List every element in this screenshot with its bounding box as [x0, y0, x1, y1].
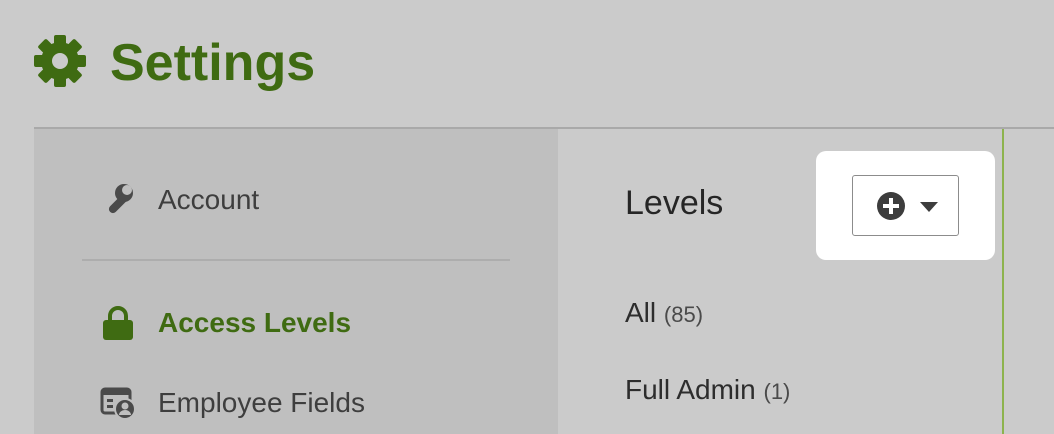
level-name: Full Admin — [625, 374, 756, 405]
employee-card-icon — [100, 387, 136, 420]
add-level-dropdown-button[interactable] — [852, 175, 959, 236]
sidebar-item-label: Employee Fields — [158, 387, 365, 418]
levels-heading: Levels — [625, 184, 724, 222]
wrench-icon — [108, 184, 133, 214]
panel-divider — [1002, 129, 1004, 434]
lock-icon — [103, 306, 133, 340]
sidebar-item-access-levels[interactable]: Access Levels — [34, 304, 558, 348]
level-item-full-admin[interactable]: Full Admin (1) — [625, 372, 790, 410]
levels-panel: Levels All (85) Full Admin (1) — [558, 129, 1002, 434]
caret-down-icon — [920, 202, 938, 212]
level-count: (1) — [763, 379, 791, 404]
level-item-all[interactable]: All (85) — [625, 295, 703, 333]
sidebar-divider — [82, 259, 510, 261]
sidebar-item-account[interactable]: Account — [34, 180, 558, 224]
level-count: (85) — [663, 302, 704, 327]
level-name: All — [625, 297, 657, 328]
sidebar-item-employee-fields[interactable]: Employee Fields — [34, 384, 558, 428]
page-header: Settings — [0, 0, 1054, 128]
settings-sidebar: Account Access Levels Employee Fields — [34, 129, 558, 434]
add-button-highlight — [816, 151, 995, 260]
sidebar-item-label: Access Levels — [158, 307, 352, 338]
gear-icon — [34, 35, 86, 87]
plus-circle-icon — [877, 192, 905, 220]
page-title: Settings — [110, 34, 316, 92]
sidebar-item-label: Account — [158, 184, 260, 215]
